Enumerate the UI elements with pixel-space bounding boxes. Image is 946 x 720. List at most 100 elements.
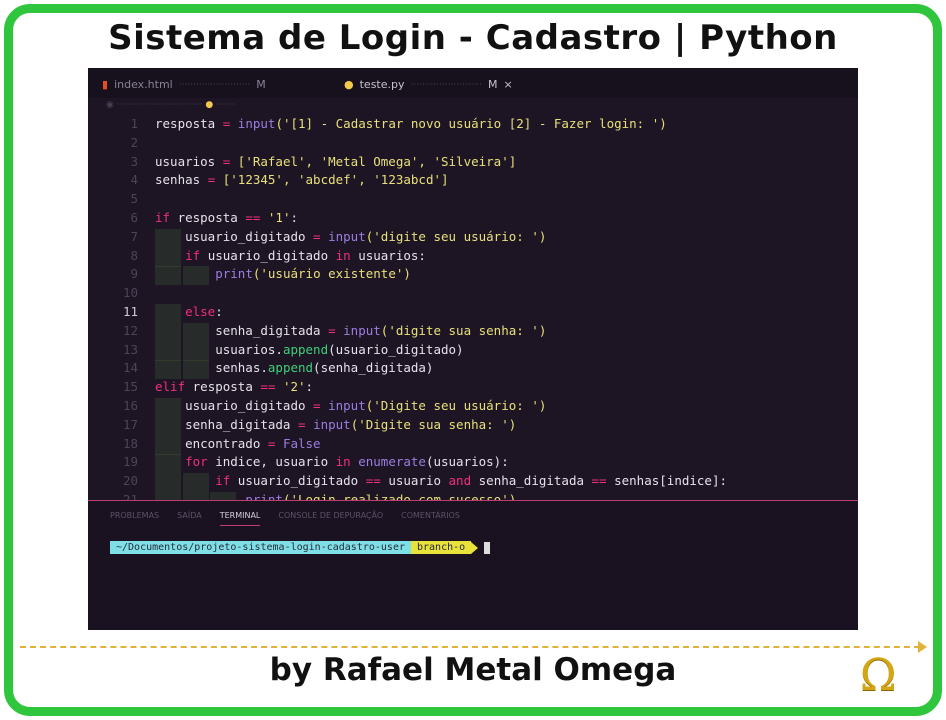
terminal-cursor <box>484 541 491 554</box>
code-line[interactable]: 10 <box>88 285 858 304</box>
code-line[interactable]: 7 usuario_digitado = input('digite seu u… <box>88 228 858 248</box>
code-token: senha_digitada <box>478 473 592 489</box>
code-line[interactable]: 17 senha_digitada = input('Digite sua se… <box>88 416 858 436</box>
code-line[interactable]: 14 senhas.append(senha_digitada) <box>88 360 858 380</box>
line-number: 13 <box>122 341 138 357</box>
prompt-path: ~/Documentos/projeto-sistema-login-cadas… <box>110 541 411 554</box>
code-token: == <box>245 210 268 225</box>
code-line[interactable]: 2 <box>88 135 858 154</box>
line-source: usuarios = ['Rafael', 'Metal Omega', 'Si… <box>155 154 516 169</box>
tab-label: index.html <box>114 78 173 91</box>
code-line[interactable]: 8 if usuario_digitado in usuarios: <box>88 247 858 267</box>
code-token: enumerate <box>358 454 426 470</box>
code-line[interactable]: 19 for indice, usuario in enumerate(usua… <box>88 454 858 474</box>
code-token: else <box>185 304 216 319</box>
line-source: senha_digitada = input('digite sua senha… <box>155 322 546 342</box>
line-number: 8 <box>130 247 138 263</box>
line-source: if usuario_digitado in usuarios: <box>155 247 426 267</box>
code-token: indice, usuario <box>215 454 336 470</box>
line-number: 6 <box>130 210 138 225</box>
code-token: for <box>185 454 216 470</box>
line-number: 10 <box>122 285 138 301</box>
code-token: = <box>313 398 329 413</box>
code-token: if <box>215 473 238 489</box>
close-icon[interactable]: × <box>504 78 513 91</box>
panel-tab-coment-rios[interactable]: COMENTÁRIOS <box>401 511 460 526</box>
code-line[interactable]: 16 usuario_digitado = input('Digite seu … <box>88 398 858 417</box>
line-number: 12 <box>122 322 138 338</box>
code-token: = <box>222 153 238 169</box>
line-source: if resposta == '1': <box>155 210 298 225</box>
terminal-prompt[interactable]: ~/Documentos/projeto-sistema-login-cadas… <box>110 541 491 554</box>
code-token: = <box>267 435 283 451</box>
code-token: = <box>313 228 329 244</box>
line-number: 14 <box>122 360 138 376</box>
line-number: 7 <box>130 228 138 244</box>
line-source: usuario_digitado = input('Digite seu usu… <box>155 398 547 417</box>
code-token: encontrado <box>155 435 268 451</box>
tab-label: teste.py <box>359 78 405 91</box>
page-title: Sistema de Login - Cadastro | Python <box>108 18 838 58</box>
tab-index-html[interactable]: ▮ index.html ························· M <box>102 78 266 91</box>
code-token: : <box>305 379 314 395</box>
line-source: usuario_digitado = input('digite seu usu… <box>155 228 547 248</box>
code-token: append <box>267 360 314 376</box>
code-token: resposta <box>177 210 246 225</box>
code-token: usuario_digitado <box>155 228 314 244</box>
code-token: senhas. <box>155 360 268 376</box>
line-source: senha_digitada = input('Digite sua senha… <box>155 416 517 436</box>
code-line[interactable]: 11 else: <box>88 304 858 323</box>
line-number: 5 <box>130 191 138 207</box>
code-token: ('usuário existente') <box>252 266 411 282</box>
code-line[interactable]: 12 senha_digitada = input('digite sua se… <box>88 322 858 342</box>
code-line[interactable]: 3 usuarios = ['Rafael', 'Metal Omega', 'S… <box>88 154 858 173</box>
panel-tab-sa-da[interactable]: SAÍDA <box>177 511 202 526</box>
python-icon: ● <box>344 78 354 91</box>
code-token: = <box>222 116 238 131</box>
panel-tab-console-de-depura-o[interactable]: CONSOLE DE DEPURAÇÃO <box>278 511 383 526</box>
omega-logo: Ω <box>860 650 897 701</box>
code-line[interactable]: 4 senhas = ['12345', 'abcdef', '123abcd'] <box>88 172 858 191</box>
code-token: senhas <box>155 172 208 188</box>
code-token: in <box>335 247 359 263</box>
code-token: append <box>282 341 329 357</box>
line-source: resposta = input('[1] - Cadastrar novo u… <box>155 116 667 131</box>
tab-teste-py[interactable]: ● teste.py ························· M × <box>344 78 513 91</box>
code-line[interactable]: 15 elif resposta == '2': <box>88 379 858 398</box>
line-number: 9 <box>130 266 138 282</box>
code-token: (senha_digitada) <box>313 360 434 376</box>
code-line[interactable]: 5 <box>88 191 858 210</box>
code-token: False <box>282 435 321 451</box>
editor-tab-bar: ▮ index.html ························· M… <box>88 68 858 98</box>
line-source: for indice, usuario in enumerate(usuario… <box>155 454 509 474</box>
code-token: usuarios. <box>155 341 283 357</box>
code-token: usuarios: <box>358 247 426 263</box>
modified-badge: M <box>256 78 266 91</box>
code-token: senha_digitada <box>155 416 298 432</box>
line-number: 20 <box>122 473 138 489</box>
code-token: '2' <box>282 379 306 395</box>
panel-tab-terminal[interactable]: TERMINAL <box>219 511 261 526</box>
panel-tab-problemas[interactable]: PROBLEMAS <box>110 511 159 526</box>
code-token: input <box>328 228 366 244</box>
code-token: ('digite seu usuário: ') <box>365 228 547 244</box>
line-source: elif resposta == '2': <box>155 379 313 394</box>
dashed-divider <box>20 646 920 648</box>
code-token: ['Rafael', 'Metal Omega', 'Silveira'] <box>237 153 517 169</box>
code-token: ('Digite sua senha: ') <box>350 416 517 432</box>
code-token: == <box>365 473 389 489</box>
code-line[interactable]: 20 if usuario_digitado == usuario and se… <box>88 473 858 493</box>
line-source: senhas = ['12345', 'abcdef', '123abcd'] <box>155 172 449 187</box>
code-line[interactable]: 1 resposta = input('[1] - Cadastrar novo … <box>88 116 858 135</box>
line-source: encontrado = False <box>155 435 321 455</box>
code-token: ['12345', 'abcdef', '123abcd'] <box>222 172 449 188</box>
line-source: if usuario_digitado == usuario and senha… <box>155 473 727 493</box>
code-token: ('Digite seu usuário: ') <box>365 398 547 413</box>
code-line[interactable]: 18 encontrado = False <box>88 435 858 455</box>
code-line[interactable]: 13 usuarios.append(usuario_digitado) <box>88 341 858 361</box>
code-line[interactable]: 6 if resposta == '1': <box>88 210 858 229</box>
code-token: input <box>328 398 366 413</box>
code-line[interactable]: 9 print('usuário existente') <box>88 266 858 286</box>
